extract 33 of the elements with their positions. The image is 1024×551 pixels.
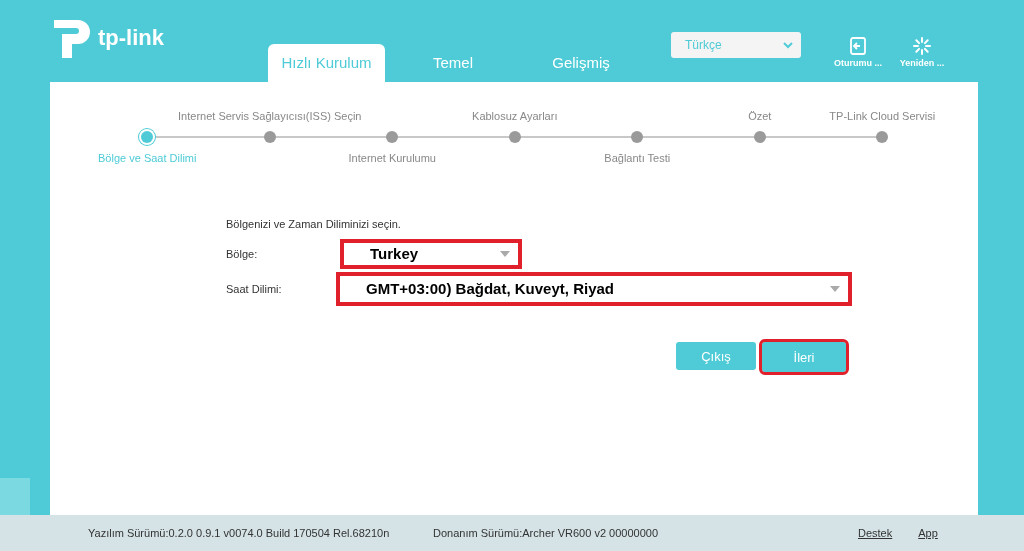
step-label: Internet Servis Sağlayıcısı(ISS) Seçin [178,110,362,122]
select-field[interactable]: GMT+03:00) Bağdat, Kuveyt, Riyad [336,271,852,306]
wizard-button[interactable]: İleri [762,342,846,372]
language-select[interactable]: Türkçe [671,32,801,58]
header-action[interactable]: Yeniden ... [895,37,949,68]
step-label: TP-Link Cloud Servisi [829,110,936,122]
step-label: Özet [748,110,772,122]
footer-link[interactable]: Destek [858,527,893,539]
action-label: Yeniden ... [899,58,945,68]
select-field[interactable]: Turkey [340,238,522,269]
footer-link[interactable]: App [918,527,938,539]
action-label: Oturumu ... [834,58,882,68]
hardware-version: Donanım Sürümü:Archer VR600 v2 00000000 [433,527,660,539]
nav-tab[interactable]: Temel [393,44,513,82]
nav-tab[interactable]: Gelişmiş [521,44,641,82]
logo-text: tp-link [98,25,164,51]
step-label: Internet Kurulumu [348,152,436,164]
step-label: Kablosuz Ayarları [472,110,558,122]
caret-icon [830,285,840,292]
nav-tab[interactable]: Hızlı Kurulum [268,44,385,82]
field-label: Saat Dilimi: [226,282,283,295]
side-tab[interactable] [0,478,30,515]
logout-icon [849,37,867,55]
step-label: Bağlantı Testi [604,152,671,164]
chevron-icon [783,41,793,49]
field-label: Bölge: [226,247,259,260]
step-label: Bölge ve Saat Dilimi [98,152,197,164]
header-action[interactable]: Oturumu ... [831,37,885,68]
instruction-text: Bölgenizi ve Zaman Diliminizi seçin. [226,218,402,230]
software-version: Yazılım Sürümü:0.2.0 0.9.1 v0074.0 Build 170504 Rel.68210n [88,527,391,539]
caret-icon [500,250,510,257]
wizard-button[interactable]: Çıkış [676,342,756,370]
spinner-icon [913,37,931,55]
